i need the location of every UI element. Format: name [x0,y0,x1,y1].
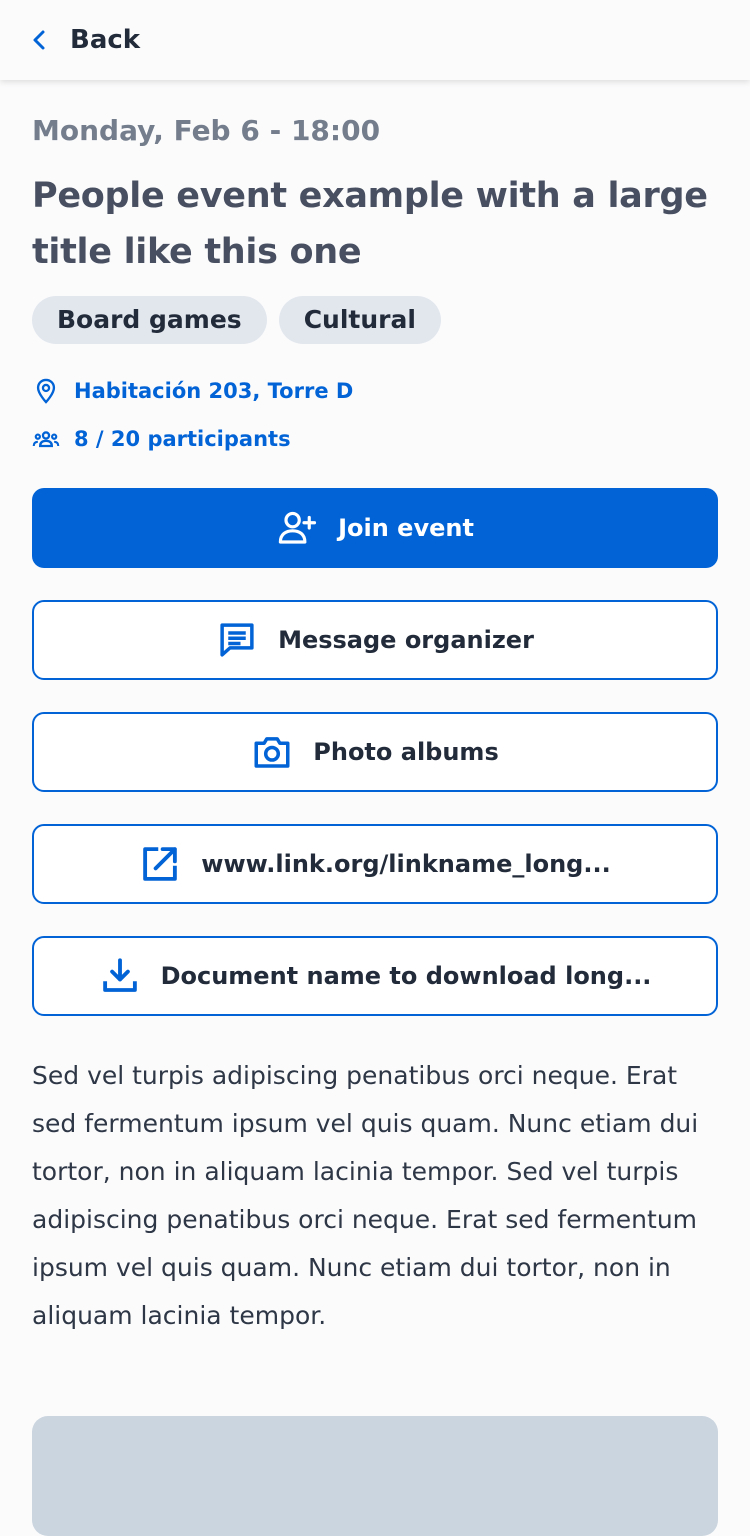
message-organizer-label: Message organizer [278,626,534,654]
event-location[interactable]: Habitación 203, Torre D [32,376,718,406]
event-date: Monday, Feb 6 - 18:00 [32,114,381,147]
camera-icon [254,737,290,768]
chevron-left-icon [33,30,45,50]
download-document-button[interactable]: Document name to download long... [32,936,718,1016]
external-link-icon [143,847,178,881]
add-user-icon [278,511,317,544]
download-icon [102,958,137,992]
message-icon [220,623,254,657]
event-title: People event example with a large title … [32,176,708,272]
photo-albums-label: Photo albums [313,738,499,766]
participants-text: 8 / 20 participants [74,427,291,451]
group-icon [32,431,60,448]
event-detail: Monday, Feb 6 - 18:00 People event examp… [32,108,718,1340]
location-pin-icon [36,378,56,404]
message-organizer-button[interactable]: Message organizer [32,600,718,680]
event-participants[interactable]: 8 / 20 participants [32,424,718,454]
event-image-placeholder [32,1416,718,1536]
back-button[interactable]: Back [28,25,140,55]
event-description: Sed vel turpis adipiscing penatibus orci… [32,1061,699,1330]
download-document-label: Document name to download long... [160,962,652,990]
location-text: Habitación 203, Torre D [74,379,354,403]
external-link-label: www.link.org/linkname_long... [201,850,611,878]
external-link-button[interactable]: www.link.org/linkname_long... [32,824,718,904]
top-bar: Back [0,0,750,80]
tag-board-games: Board games [32,296,267,344]
tag-cultural: Cultural [278,296,441,344]
back-label: Back [70,25,141,55]
join-event-label: Join event [338,514,474,542]
photo-albums-button[interactable]: Photo albums [32,712,718,792]
join-event-button[interactable]: Join event [32,488,718,568]
tag-list: Board games Cultural [32,296,718,344]
